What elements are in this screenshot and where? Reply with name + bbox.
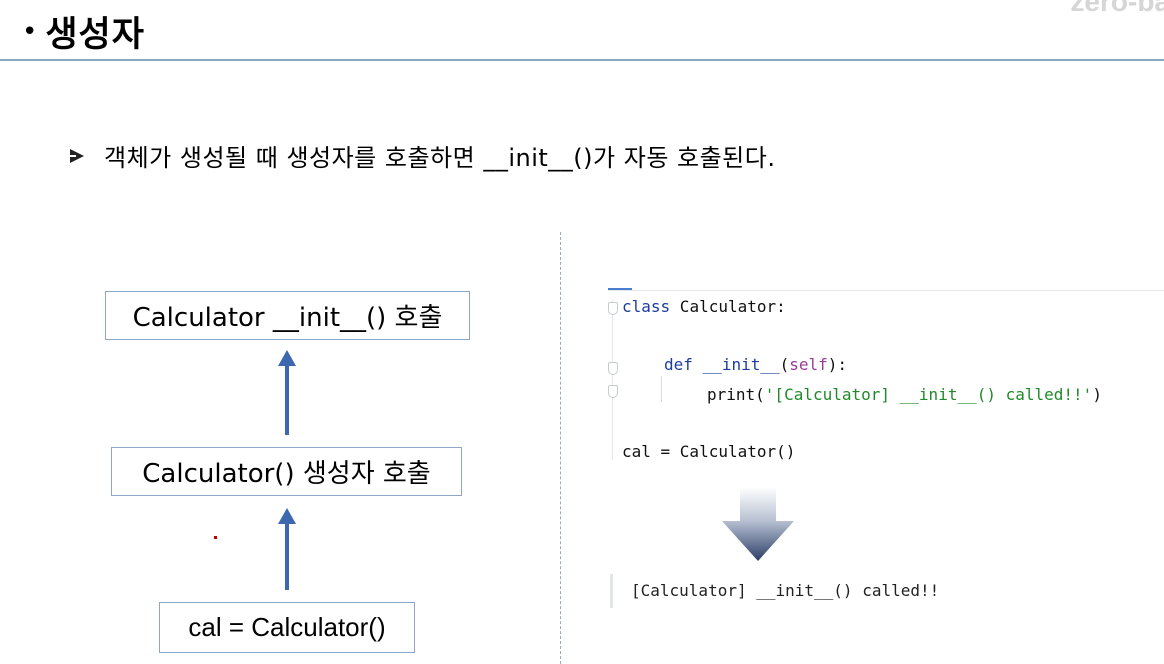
brand-watermark: zero-ba (1070, 0, 1164, 17)
flow-box-init-call-label: Calculator __init__() 호출 (132, 303, 443, 333)
code-text: ): (827, 355, 848, 374)
fold-marker-icon (608, 302, 618, 315)
code-keyword: def (664, 355, 693, 374)
code-function-name: __init__ (702, 355, 780, 374)
flow-box-constructor-call-label: Calculator() 생성자 호출 (142, 459, 431, 489)
code-line-def: def __init__(self): (664, 355, 847, 375)
flow-box-instantiation-label: cal = Calculator() (188, 612, 386, 642)
code-keyword: class (622, 297, 671, 316)
code-line-instantiate: cal = Calculator() (622, 442, 796, 461)
fold-marker-icon (608, 362, 618, 375)
console-output-panel: [Calculator] __init__() called!! (610, 574, 1150, 608)
editor-top-border (608, 290, 1164, 291)
code-text: Calculator: (670, 297, 786, 316)
stray-dot (214, 536, 217, 539)
console-output-text: [Calculator] __init__() called!! (631, 581, 940, 600)
dashed-divider (560, 232, 561, 664)
slide-title-row: • 생성자 (22, 6, 145, 57)
down-arrow-icon (722, 487, 794, 561)
up-arrow-icon (278, 508, 296, 590)
flow-box-instantiation: cal = Calculator() (159, 602, 415, 653)
arrow-bullet-icon (70, 148, 84, 163)
fold-marker-icon (608, 385, 618, 398)
code-text: ) (1092, 385, 1102, 404)
bullet-point: 객체가 생성될 때 생성자를 호출하면 __init__()가 자동 호출된다. (70, 138, 775, 173)
code-text: print( (707, 385, 765, 404)
editor-gutter-line (612, 300, 613, 460)
slide-title: 생성자 (45, 15, 145, 55)
code-text: ( (779, 355, 790, 374)
flow-box-constructor-call: Calculator() 생성자 호출 (111, 447, 462, 496)
title-bullet: • (22, 16, 38, 47)
code-self-param: self (789, 355, 828, 374)
code-line-class: class Calculator: (622, 297, 786, 317)
up-arrow-icon (278, 350, 296, 435)
code-editor-panel: class Calculator: def __init__(self): pr… (608, 288, 1164, 468)
bullet-point-text: 객체가 생성될 때 생성자를 호출하면 __init__()가 자동 호출된다. (104, 144, 776, 172)
indent-guide (661, 376, 662, 402)
flow-box-init-call: Calculator __init__() 호출 (105, 291, 470, 340)
code-string: '[Calculator] __init__() called!!' (764, 385, 1093, 404)
code-line-print: print('[Calculator] __init__() called!!'… (707, 385, 1102, 405)
title-underline (0, 59, 1164, 61)
console-gutter-bar (610, 574, 613, 608)
